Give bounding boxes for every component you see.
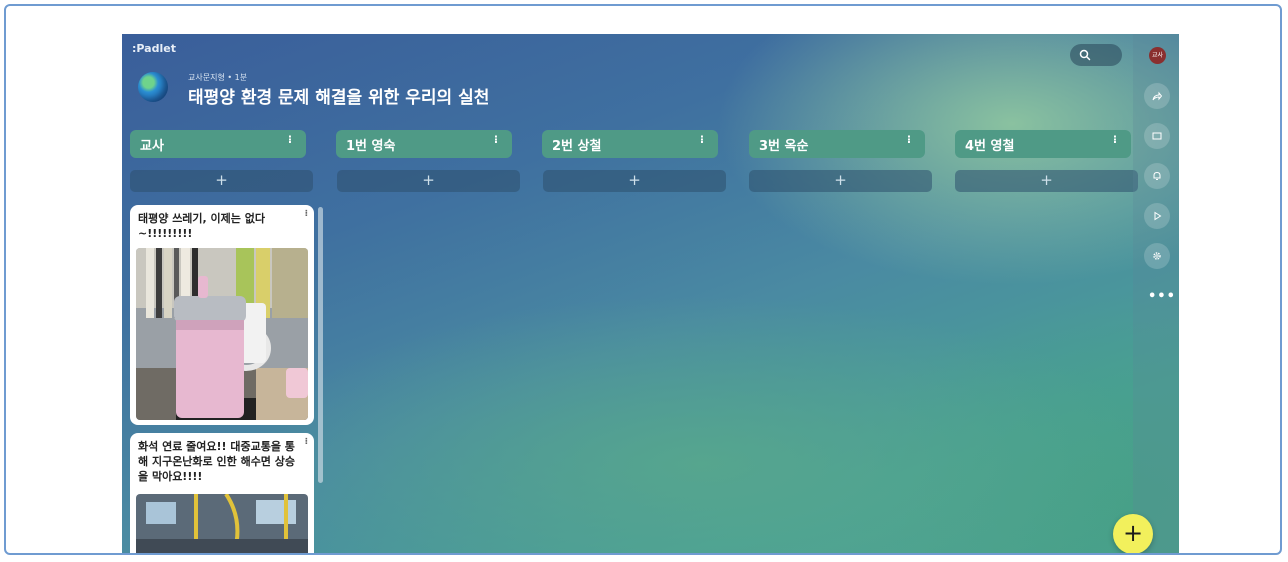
bus-interior-photo xyxy=(136,494,308,553)
play-button[interactable] xyxy=(1144,203,1170,229)
post-card[interactable]: 태평양 쓰레기, 이제는 없다~!!!!!!!!! ⁝ xyxy=(130,205,314,425)
post-menu-icon[interactable]: ⁝ xyxy=(305,209,308,219)
post-image[interactable] xyxy=(136,494,308,553)
more-options-icon[interactable]: ••• xyxy=(1148,289,1176,304)
section-header-2[interactable]: 2번 상철 ⁝ xyxy=(542,130,718,158)
share-button[interactable] xyxy=(1144,83,1170,109)
section-menu-icon[interactable]: ⁝ xyxy=(907,133,911,146)
section-header-4[interactable]: 4번 영철 ⁝ xyxy=(955,130,1131,158)
add-post-button[interactable]: + xyxy=(543,170,726,192)
globe-icon xyxy=(138,72,168,102)
padlet-board: :Padlet 교사문지형 • 1분 태평양 환경 문제 해결을 위한 우리의 … xyxy=(122,34,1179,553)
browser-frame: :Padlet 교사문지형 • 1분 태평양 환경 문제 해결을 위한 우리의 … xyxy=(4,4,1282,555)
section-menu-icon[interactable]: ⁝ xyxy=(700,133,704,146)
add-post-fab[interactable]: + xyxy=(1113,514,1153,553)
post-text: 태평양 쓰레기, 이제는 없다~!!!!!!!!! xyxy=(138,212,265,240)
bell-icon xyxy=(1153,171,1161,180)
gear-icon xyxy=(1153,252,1161,260)
post-image[interactable] xyxy=(136,248,308,420)
section-header-3[interactable]: 3번 옥순 ⁝ xyxy=(749,130,925,158)
add-post-button[interactable]: + xyxy=(955,170,1138,192)
section-title: 4번 영철 xyxy=(965,139,1015,154)
slideshow-icon xyxy=(1152,132,1162,140)
search-icon xyxy=(1079,49,1091,61)
section-title: 1번 영숙 xyxy=(346,139,396,154)
settings-button[interactable] xyxy=(1144,243,1170,269)
section-menu-icon[interactable]: ⁝ xyxy=(1113,133,1117,146)
section-menu-icon[interactable]: ⁝ xyxy=(288,133,292,146)
section-title: 3번 옥순 xyxy=(759,139,809,154)
post-card[interactable]: 화석 연료 줄여요!! 대중교통을 통해 지구온난화로 인한 해수면 상승을 막… xyxy=(130,433,314,553)
play-icon xyxy=(1154,211,1162,221)
column-scrollbar[interactable] xyxy=(318,207,323,483)
share-icon xyxy=(1152,91,1162,101)
padlet-logo[interactable]: :Padlet xyxy=(132,42,176,55)
add-post-button[interactable]: + xyxy=(337,170,520,192)
add-post-button[interactable]: + xyxy=(130,170,313,192)
post-text: 화석 연료 줄여요!! 대중교통을 통해 지구온난화로 인한 해수면 상승을 막… xyxy=(138,440,295,483)
section-menu-icon[interactable]: ⁝ xyxy=(494,133,498,146)
board-subtitle: 교사문지형 • 1분 xyxy=(188,73,248,82)
right-sidebar: 교사 ••• xyxy=(1133,34,1179,553)
search-button[interactable] xyxy=(1070,44,1122,66)
notifications-button[interactable] xyxy=(1144,163,1170,189)
section-title: 2번 상철 xyxy=(552,139,602,154)
section-header-teacher[interactable]: 교사 ⁝ xyxy=(130,130,306,158)
add-post-button[interactable]: + xyxy=(749,170,932,192)
user-avatar[interactable]: 교사 xyxy=(1149,47,1166,64)
slideshow-button[interactable] xyxy=(1144,123,1170,149)
section-title: 교사 xyxy=(140,139,164,154)
tumbler-photo xyxy=(136,248,308,420)
section-header-1[interactable]: 1번 영숙 ⁝ xyxy=(336,130,512,158)
board-title: 태평양 환경 문제 해결을 위한 우리의 실천 xyxy=(188,88,490,108)
post-menu-icon[interactable]: ⁝ xyxy=(305,437,308,447)
